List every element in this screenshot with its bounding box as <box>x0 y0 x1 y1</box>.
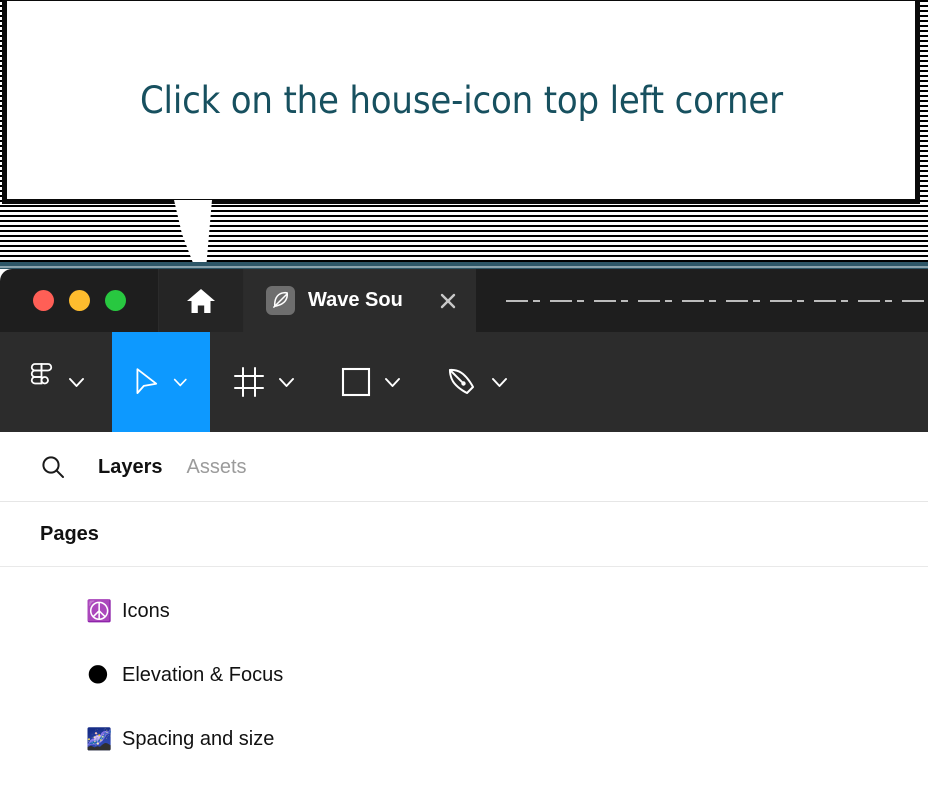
left-panel: Layers Assets Pages ☮️ Icons 🌑 Elevation… <box>0 432 928 800</box>
toolbar-empty-area <box>530 332 928 432</box>
pen-nib-icon <box>266 286 295 315</box>
instruction-callout: Click on the house-icon top left corner <box>2 0 920 204</box>
pen-tool-icon <box>448 368 474 394</box>
window-titlebar: Wave Sou <box>0 269 928 332</box>
titlebar-empty-area <box>476 269 928 332</box>
traffic-light-group <box>0 269 158 332</box>
chevron-down-icon <box>492 377 507 387</box>
chevron-down-icon <box>174 378 188 386</box>
rectangle-icon <box>341 367 371 397</box>
list-item[interactable]: 🌌 Spacing and size <box>0 707 928 771</box>
figma-app-window: Wave Sou Layers Assets Pages ☮️ Icons 🌑 … <box>0 262 928 800</box>
file-tab[interactable]: Wave Sou <box>244 269 476 332</box>
frame-tool[interactable] <box>210 332 318 432</box>
panel-tab-bar: Layers Assets <box>0 432 928 502</box>
list-item[interactable]: ☮️ Icons <box>0 579 928 643</box>
shape-tool[interactable] <box>318 332 424 432</box>
page-label: Spacing and size <box>122 727 275 750</box>
cursor-arrow-icon <box>136 368 158 395</box>
tab-strip: Wave Sou <box>244 269 928 332</box>
window-top-strip <box>0 262 928 269</box>
list-item[interactable]: 🌑 Elevation & Focus <box>0 643 928 707</box>
frame-icon <box>234 367 264 397</box>
milky-way-emoji: 🌌 <box>86 726 113 751</box>
move-tool[interactable] <box>112 332 210 432</box>
house-icon <box>187 288 215 313</box>
new-moon-emoji: 🌑 <box>87 662 109 687</box>
peace-symbol-emoji: ☮️ <box>86 598 113 623</box>
chevron-down-icon <box>279 377 294 387</box>
page-label: Elevation & Focus <box>122 663 284 686</box>
home-button[interactable] <box>158 269 244 332</box>
tab-title: Wave Sou <box>308 289 403 311</box>
pen-tool[interactable] <box>424 332 530 432</box>
tab-layers[interactable]: Layers <box>98 457 163 477</box>
pages-title: Pages <box>40 522 99 545</box>
close-window-button[interactable] <box>33 290 54 311</box>
minimize-window-button[interactable] <box>69 290 90 311</box>
titlebar-redaction-line <box>506 300 928 302</box>
instruction-text: Click on the house-icon top left corner <box>139 78 783 122</box>
figma-menu-tool[interactable] <box>0 332 112 432</box>
chevron-down-icon <box>385 377 400 387</box>
page-label: Icons <box>122 599 170 622</box>
figma-logo-icon <box>30 362 52 384</box>
pages-section-header: Pages <box>0 502 928 567</box>
search-icon[interactable] <box>40 454 66 480</box>
tab-assets[interactable]: Assets <box>187 457 247 477</box>
maximize-window-button[interactable] <box>105 290 126 311</box>
tab-close-button[interactable] <box>438 291 458 311</box>
close-icon <box>440 293 456 308</box>
figma-toolbar <box>0 332 928 432</box>
pages-list: ☮️ Icons 🌑 Elevation & Focus 🌌 Spacing a… <box>0 567 928 771</box>
chevron-down-icon <box>68 377 84 387</box>
